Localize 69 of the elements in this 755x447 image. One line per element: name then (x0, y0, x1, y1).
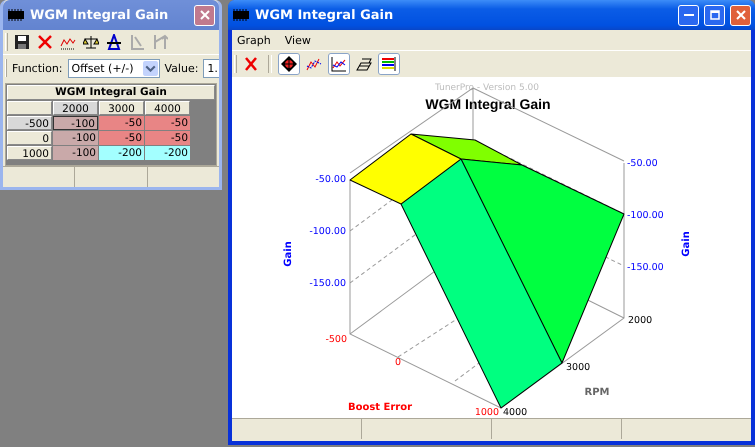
table-title: WGM Integral Gain (7, 85, 215, 100)
close-icon (200, 10, 210, 20)
axis-tick-label: -150.00 (627, 262, 664, 273)
close-button[interactable] (730, 4, 751, 26)
table-cell[interactable]: -100 (53, 116, 98, 130)
row-header[interactable]: -500 (7, 116, 52, 130)
chip-icon (232, 9, 250, 21)
scale-icon[interactable] (83, 34, 99, 50)
line-chart-icon (306, 56, 322, 72)
axis-tick-label: 4000 (503, 407, 528, 418)
axis-title: RPM (584, 387, 610, 398)
version-watermark: TunerPro - Version 5.00 (434, 83, 540, 93)
maximize-icon (710, 10, 720, 20)
axis-tick-label: -50.00 (315, 174, 346, 185)
row-header[interactable]: 1000 (7, 146, 52, 160)
chip-icon (7, 9, 25, 21)
crosshair-icon (281, 56, 297, 72)
minimize-icon (684, 14, 694, 16)
axis-title: Boost Error (348, 402, 412, 413)
close-icon (736, 10, 746, 20)
axis-tick-label: -100.00 (309, 226, 346, 237)
graph-title: WGM Integral Gain (425, 96, 551, 112)
dropdown-icon (142, 60, 158, 76)
delete-icon (243, 56, 259, 72)
column-header[interactable]: 2000 (53, 101, 98, 115)
close-button[interactable] (194, 4, 215, 26)
corner-cell (7, 101, 52, 115)
table-cell[interactable]: -200 (99, 146, 144, 160)
table-cell[interactable]: -50 (145, 131, 190, 145)
axis-icon[interactable] (106, 34, 122, 50)
row-header[interactable]: 0 (7, 131, 52, 145)
axis-tick-label: 2000 (628, 315, 652, 326)
table-cell[interactable]: -50 (99, 116, 144, 130)
move-button[interactable] (278, 53, 300, 75)
column-header[interactable]: 4000 (145, 101, 190, 115)
window-title: WGM Integral Gain (255, 8, 394, 22)
menu-item[interactable]: Graph (237, 34, 271, 46)
maximize-button[interactable] (704, 4, 725, 26)
value-field[interactable]: 1. (203, 58, 219, 78)
column-header[interactable]: 3000 (99, 101, 144, 115)
color-bars-icon (381, 56, 397, 72)
function-label: Function: (12, 62, 62, 74)
table-cell[interactable]: -100 (53, 131, 98, 145)
axis-title: Gain (283, 241, 294, 267)
delete-icon[interactable] (37, 34, 53, 50)
axis-tick-label: -500 (325, 334, 347, 345)
table-cell[interactable]: -50 (99, 131, 144, 145)
window-title: WGM Integral Gain (30, 8, 170, 22)
function-dropdown[interactable]: Offset (+/-) (68, 58, 160, 78)
surface-icon (356, 56, 372, 72)
table-cell[interactable]: -100 (53, 146, 98, 160)
axis-tick-label: -100.00 (627, 210, 664, 221)
minimize-button[interactable] (678, 4, 699, 26)
axis-title: Gain (681, 231, 692, 257)
menu-item[interactable]: View (284, 34, 311, 46)
table-cell[interactable]: -50 (145, 116, 190, 130)
table-cell[interactable]: -200 (145, 146, 190, 160)
axis-tick-label: 0 (394, 357, 402, 368)
axis-tick-label: -50.00 (627, 158, 658, 169)
colors-button[interactable] (378, 53, 400, 75)
chart-axes-icon (331, 56, 347, 72)
lines-button[interactable] (328, 53, 350, 75)
axis-tick-label: 1000 (474, 407, 499, 418)
axis-tick-label: 3000 (566, 362, 590, 373)
axis-tick-label: -150.00 (309, 278, 346, 289)
value-label: Value: (164, 62, 198, 74)
split-arrow-icon (152, 34, 168, 50)
angle-icon (129, 34, 145, 50)
save-icon[interactable] (14, 34, 30, 50)
